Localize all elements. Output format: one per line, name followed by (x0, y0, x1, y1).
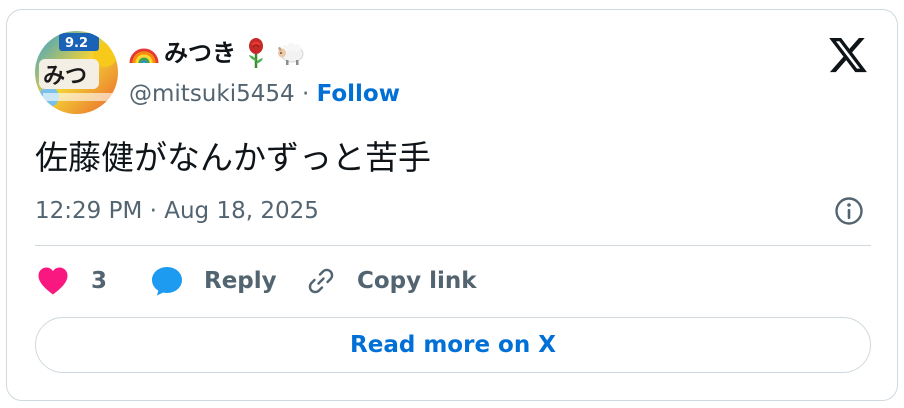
reply-button[interactable]: Reply (150, 263, 277, 299)
rainbow-emoji-icon (128, 37, 160, 69)
like-count: 3 (91, 268, 108, 294)
avatar-text: みつ (43, 64, 87, 89)
handle-row: @mitsuki5454 · Follow (129, 79, 400, 109)
like-button[interactable]: 3 (37, 263, 107, 299)
avatar[interactable]: みつ 9.2 (35, 31, 118, 114)
reply-label: Reply (204, 268, 277, 294)
read-more-label: Read more on X (350, 332, 556, 358)
sheep-emoji-icon (274, 37, 306, 69)
read-more-button[interactable]: Read more on X (35, 317, 871, 373)
avatar-badge-text: 9.2 (65, 36, 88, 51)
link-icon (305, 265, 337, 297)
display-name[interactable]: みつき (164, 37, 236, 69)
copy-link-button[interactable]: Copy link (305, 263, 477, 299)
follow-button[interactable]: Follow (317, 81, 400, 107)
author-name-row[interactable]: みつき (128, 35, 306, 71)
avatar-image: みつ 9.2 (35, 31, 118, 114)
tweet-text: 佐藤健がなんかずっと苦手 (35, 138, 431, 177)
speech-bubble-icon (150, 265, 184, 297)
copy-link-label: Copy link (357, 268, 477, 294)
heart-icon (37, 266, 69, 296)
divider (35, 245, 871, 246)
tweet-card: みつ 9.2 みつき @mitsuki5454 · Follow 佐藤健がなんか… (6, 9, 898, 401)
rose-emoji-icon (240, 37, 272, 69)
tweet-timestamp[interactable]: 12:29 PM · Aug 18, 2025 (35, 196, 319, 226)
info-icon[interactable] (833, 195, 865, 227)
x-logo-icon[interactable] (827, 34, 869, 76)
author-handle[interactable]: @mitsuki5454 (129, 81, 295, 107)
separator-dot: · (301, 81, 310, 107)
